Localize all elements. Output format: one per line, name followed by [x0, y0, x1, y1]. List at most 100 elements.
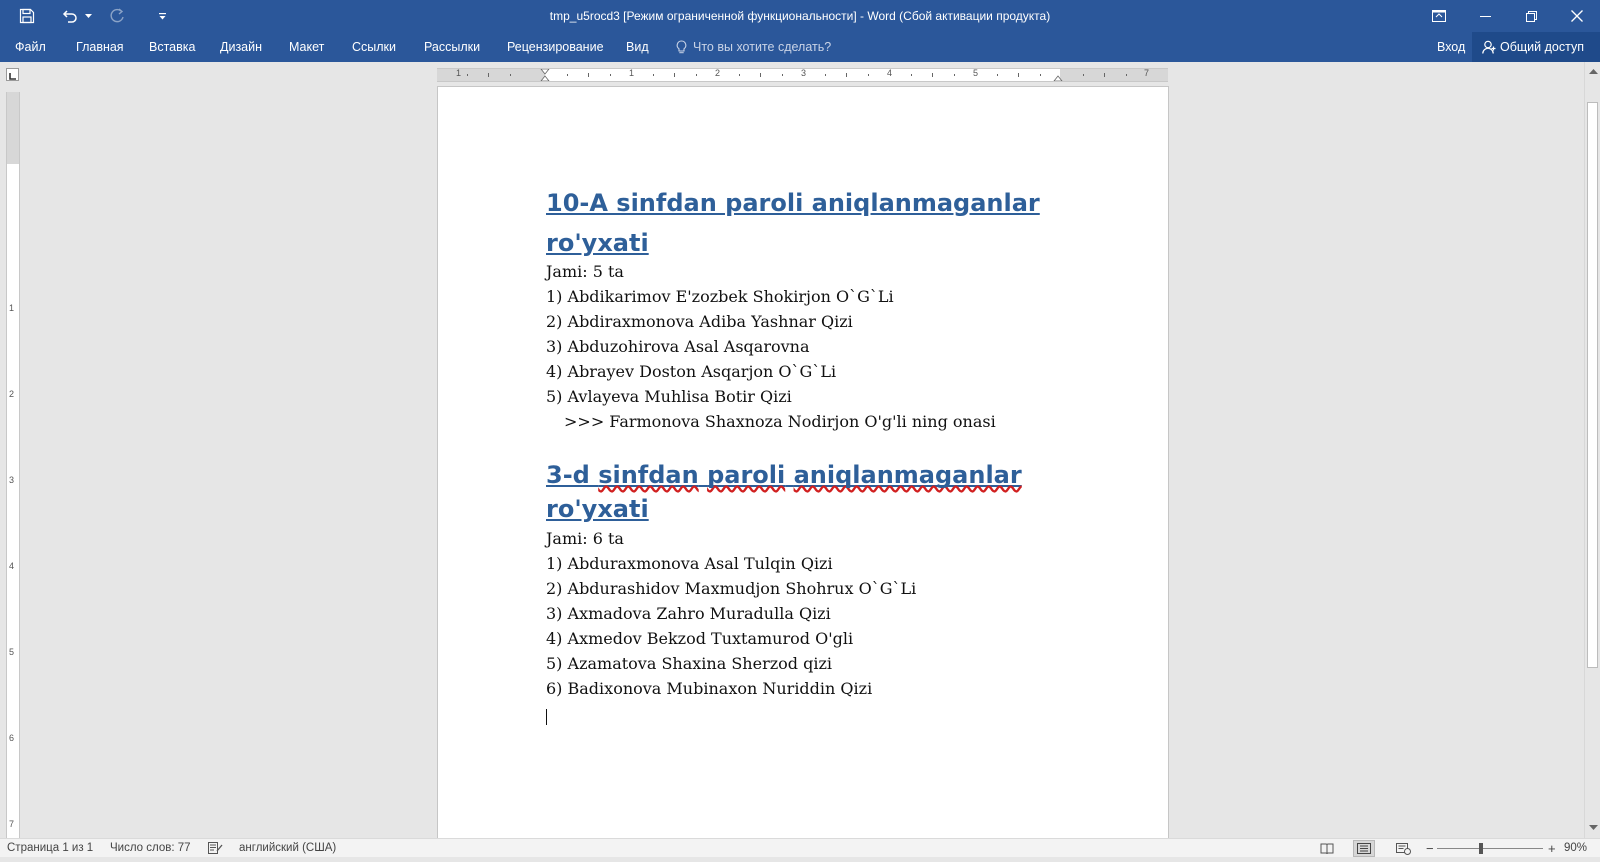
- undo-icon: [62, 10, 77, 23]
- customize-qat-button[interactable]: [152, 0, 172, 32]
- list-item: 1) Abdikarimov E'zozbek Shokirjon O`G`Li: [546, 287, 894, 306]
- ruler-number: 7: [9, 819, 15, 829]
- heading-text: ro'yxati: [546, 495, 649, 523]
- section1-heading-line1: 10-A sinfdan paroli aniqlanmaganlar: [546, 189, 1040, 217]
- read-mode-icon: [1320, 843, 1334, 854]
- chevron-down-icon: [84, 13, 92, 18]
- page-counter[interactable]: Страница 1 из 1: [7, 839, 93, 858]
- tab-stop-left-icon: [9, 73, 16, 80]
- tell-me-box[interactable]: Что вы хотите сделать?: [676, 32, 831, 62]
- tab-review[interactable]: Рецензирование: [507, 32, 604, 62]
- proofing-button[interactable]: [208, 842, 223, 855]
- scroll-up-button[interactable]: [1585, 64, 1600, 78]
- ruler-number: 1: [629, 68, 635, 78]
- page-content[interactable]: 10-A sinfdan paroli aniqlanmaganlar ro'y…: [546, 183, 1086, 725]
- list-item: 4) Abrayev Doston Asqarjon O`G`Li: [546, 362, 837, 381]
- tab-insert[interactable]: Вставка: [149, 32, 195, 62]
- ruler-number: 6: [9, 733, 15, 743]
- minimize-icon: [1479, 15, 1491, 17]
- zoom-slider-track[interactable]: [1437, 848, 1543, 849]
- text-cursor: [546, 709, 547, 725]
- list-item: 2) Abdiraxmonova Adiba Yashnar Qizi: [546, 312, 853, 331]
- ribbon-tab-bar: Файл Главная Вставка Дизайн Макет Ссылки…: [0, 32, 1600, 62]
- proofing-icon: [208, 842, 223, 854]
- zoom-slider-thumb[interactable]: [1479, 843, 1483, 854]
- ribbon-display-options-button[interactable]: [1416, 0, 1462, 32]
- section2-total: Jami: 6 ta: [546, 529, 624, 548]
- undo-dropdown[interactable]: [82, 0, 94, 32]
- tab-file[interactable]: Файл: [15, 32, 46, 62]
- tab-references[interactable]: Ссылки: [352, 32, 396, 62]
- list-item: 4) Axmedov Bekzod Tuxtamurod O'gli: [546, 629, 854, 648]
- scroll-down-icon: [1588, 824, 1598, 830]
- language-indicator[interactable]: английский (США): [239, 839, 336, 858]
- ruler-number: 7: [1144, 68, 1150, 78]
- word-count[interactable]: Число слов: 77: [110, 839, 191, 858]
- vertical-scrollbar[interactable]: [1584, 62, 1600, 838]
- heading-text: 3-d: [546, 461, 599, 489]
- zoom-level[interactable]: 90%: [1564, 839, 1587, 858]
- ruler-number: 1: [9, 303, 15, 313]
- list-item: 1) Abduraxmonova Asal Tulqin Qizi: [546, 554, 833, 573]
- undo-button[interactable]: [58, 0, 82, 32]
- save-button[interactable]: [14, 0, 40, 32]
- ruler-number: 4: [887, 68, 893, 78]
- close-button[interactable]: [1554, 0, 1600, 32]
- list-item: 6) Badixonova Mubinaxon Nuriddin Qizi: [546, 679, 873, 698]
- tab-selector[interactable]: [6, 68, 19, 81]
- ruler-number: 2: [715, 68, 721, 78]
- print-layout-icon: [1357, 843, 1371, 854]
- window-title: tmp_u5rocd3 [Режим ограниченной функцион…: [549, 9, 1051, 23]
- lightbulb-icon: [676, 39, 687, 53]
- ruler-number: 4: [9, 561, 15, 571]
- tab-mailings[interactable]: Рассылки: [424, 32, 480, 62]
- zoom-out-button[interactable]: −: [1426, 839, 1434, 858]
- restore-button[interactable]: [1508, 0, 1554, 32]
- customize-qat-icon: [158, 12, 166, 19]
- web-layout-icon: [1395, 842, 1411, 855]
- tab-layout[interactable]: Макет: [289, 32, 324, 62]
- redo-icon: [110, 8, 124, 23]
- heading-text: [699, 461, 707, 489]
- ruler-number: 3: [801, 68, 807, 78]
- list-item: 5) Avlayeva Muhlisa Botir Qizi: [546, 387, 792, 406]
- ruler-number: 2: [9, 389, 15, 399]
- list-item: 3) Abduzohirova Asal Asqarovna: [546, 337, 810, 356]
- ribbon-display-options-icon: [1432, 10, 1446, 22]
- vertical-ruler[interactable]: 1 2 3 4 5 6 7: [6, 92, 20, 838]
- print-layout-button[interactable]: [1353, 840, 1375, 857]
- document-area: 1 1 2 3 4 5 7 1 2 3 4 5 6 7 10-A sinfdan…: [0, 62, 1600, 838]
- zoom-in-button[interactable]: +: [1548, 839, 1556, 858]
- list-item: 5) Azamatova Shaxina Sherzod qizi: [546, 654, 833, 673]
- share-label: Общий доступ: [1500, 40, 1584, 54]
- sign-in-link[interactable]: Вход: [1437, 32, 1465, 62]
- document-page[interactable]: 10-A sinfdan paroli aniqlanmaganlar ro'y…: [438, 87, 1168, 838]
- tab-design[interactable]: Дизайн: [220, 32, 262, 62]
- scroll-up-icon: [1588, 68, 1598, 74]
- tab-home[interactable]: Главная: [76, 32, 124, 62]
- spelling-error-word: aniqlanmaganlar: [793, 461, 1022, 489]
- list-item: 2) Abdurashidov Maxmudjon Shohrux O`G`Li: [546, 579, 917, 598]
- share-button[interactable]: Общий доступ: [1472, 32, 1600, 62]
- redo-button[interactable]: [104, 0, 130, 32]
- heading-text: [785, 461, 793, 489]
- section1-heading-line2: ro'yxati: [546, 229, 649, 257]
- minimize-button[interactable]: [1462, 0, 1508, 32]
- section2-heading: 3-d sinfdan paroli aniqlanmaganlar ro'yx…: [546, 458, 1086, 526]
- status-bar: Страница 1 из 1 Число слов: 77 английски…: [0, 838, 1600, 857]
- ruler-number: 5: [9, 647, 15, 657]
- read-mode-button[interactable]: [1316, 840, 1338, 857]
- scrollbar-thumb[interactable]: [1587, 102, 1598, 668]
- web-layout-button[interactable]: [1392, 840, 1414, 857]
- ruler-top-margin: [7, 92, 19, 164]
- ruler-number: 1: [456, 68, 462, 78]
- spelling-error-word: sinfdan: [598, 461, 699, 489]
- scroll-down-button[interactable]: [1585, 820, 1600, 834]
- spelling-error-word: paroli: [707, 461, 786, 489]
- horizontal-ruler[interactable]: 1 1 2 3 4 5 7: [437, 68, 1168, 82]
- tab-view[interactable]: Вид: [626, 32, 649, 62]
- restore-icon: [1525, 10, 1537, 22]
- section1-note: >>> Farmonova Shaxnoza Nodirjon O'g'li n…: [564, 412, 996, 431]
- close-icon: [1571, 10, 1583, 22]
- ruler-number: 3: [9, 475, 15, 485]
